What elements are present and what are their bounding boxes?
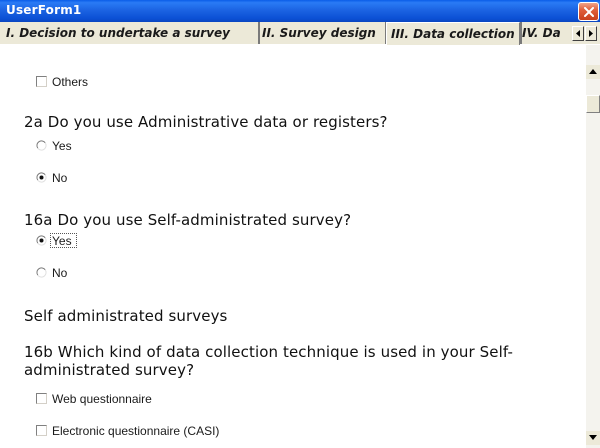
- scroll-up-button[interactable]: [586, 65, 600, 79]
- close-icon: [584, 7, 594, 17]
- tab-strip: I. Decision to undertake a survey II. Su…: [0, 22, 600, 45]
- arrow-left-icon: [576, 30, 580, 37]
- close-button[interactable]: [578, 2, 599, 21]
- arrow-right-icon: [589, 30, 593, 37]
- q2a-yes-label: Yes: [52, 139, 72, 153]
- tab-decision[interactable]: I. Decision to undertake a survey: [4, 22, 260, 44]
- question-2a: 2a Do you use Administrative data or reg…: [24, 113, 388, 131]
- tab-survey-design-label: II. Survey design: [262, 26, 376, 40]
- tab-data-collection-label: III. Data collection: [391, 27, 515, 41]
- userform-window: UserForm1 I. Decision to undertake a sur…: [0, 0, 600, 448]
- window-title: UserForm1: [6, 3, 82, 17]
- form-content: Others 2a Do you use Administrative data…: [0, 45, 586, 448]
- question-16b: 16b Which kind of data collection techni…: [24, 343, 513, 379]
- others-label: Others: [52, 75, 89, 89]
- tab-survey-design[interactable]: II. Survey design: [260, 22, 387, 44]
- question-16a: 16a Do you use Self-administrated survey…: [24, 211, 352, 229]
- others-checkbox[interactable]: [36, 76, 47, 87]
- radio-icon[interactable]: [36, 140, 47, 151]
- vertical-scrollbar[interactable]: [586, 45, 600, 448]
- radio-selected-icon[interactable]: [36, 172, 47, 183]
- q16a-no-label: No: [52, 266, 68, 280]
- arrow-down-icon: [589, 435, 597, 440]
- tab-analysis-label: IV. Da: [522, 26, 561, 40]
- tab-scroll-right-button[interactable]: [585, 26, 597, 41]
- web-questionnaire-label: Web questionnaire: [52, 392, 152, 406]
- radio-icon[interactable]: [36, 267, 47, 278]
- tab-data-collection[interactable]: III. Data collection: [386, 22, 520, 45]
- q16a-yes-label: Yes: [52, 234, 72, 248]
- radio-selected-icon[interactable]: [36, 235, 47, 246]
- tab-analysis[interactable]: IV. Da: [520, 22, 568, 44]
- q2a-no-label: No: [52, 171, 68, 185]
- scroll-thumb[interactable]: [586, 95, 600, 113]
- tab-decision-label: I. Decision to undertake a survey: [6, 26, 231, 40]
- casi-label: Electronic questionnaire (CASI): [52, 424, 220, 438]
- casi-checkbox[interactable]: [36, 425, 47, 436]
- web-questionnaire-checkbox[interactable]: [36, 393, 47, 404]
- tab-scroll-left-button[interactable]: [572, 26, 584, 41]
- scroll-down-button[interactable]: [586, 431, 600, 445]
- title-bar[interactable]: UserForm1: [0, 0, 600, 22]
- section-heading: Self administrated surveys: [24, 307, 228, 325]
- arrow-up-icon: [589, 69, 597, 74]
